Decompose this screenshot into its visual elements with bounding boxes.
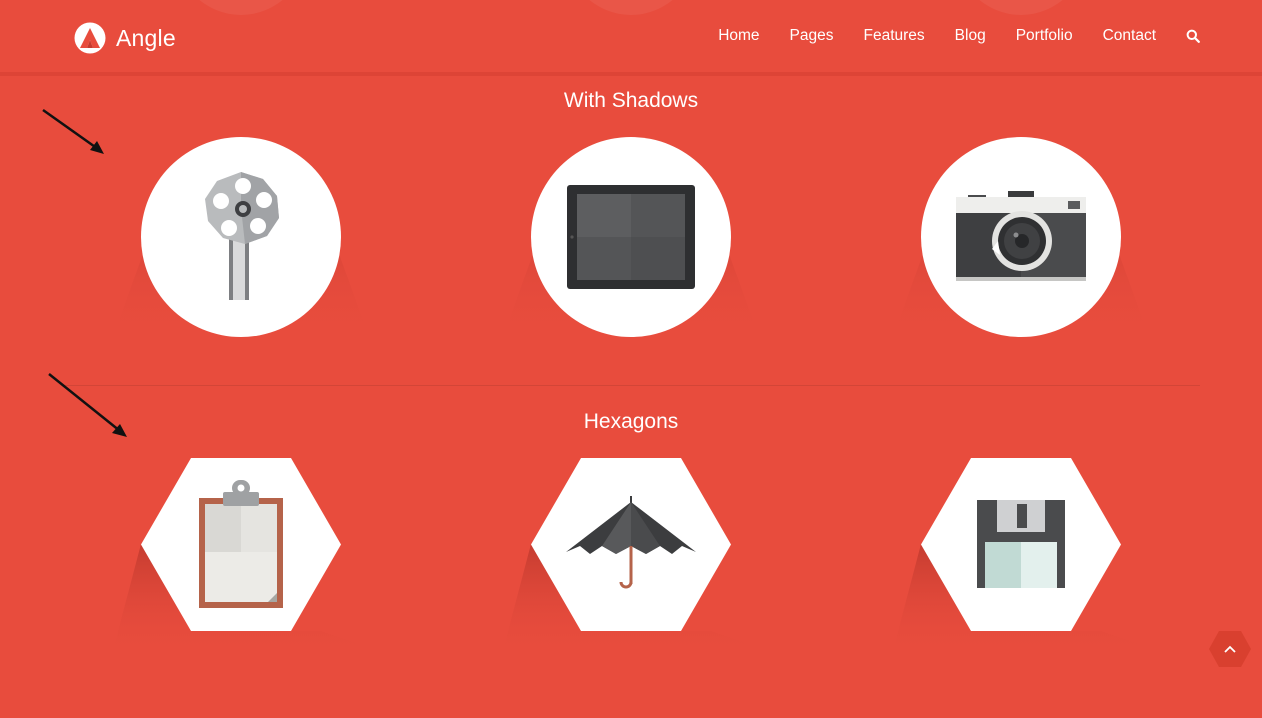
tablet-icon [567, 185, 695, 289]
shadow-tile-tablet [501, 137, 761, 342]
main-nav: Home Pages Features Blog Portfolio Conta… [688, 27, 1200, 45]
umbrella-icon [566, 496, 696, 589]
section-title-hexagons: Hexagons [583, 410, 679, 433]
camera-icon [956, 191, 1086, 281]
arrow-annotation-icon [48, 373, 127, 437]
site-logo[interactable]: Angle [74, 22, 176, 54]
angle-logo-icon [74, 22, 106, 54]
back-to-top-button[interactable] [1209, 631, 1251, 667]
nav-blog[interactable]: Blog [955, 27, 986, 45]
icon-circle [531, 137, 731, 337]
shadow-tile-camera [891, 137, 1151, 342]
header-decor [176, 0, 306, 15]
search-icon[interactable] [1186, 29, 1200, 43]
nav-pages[interactable]: Pages [790, 27, 834, 45]
floppy-disk-icon [977, 500, 1065, 588]
icon-circle [141, 137, 341, 337]
nav-contact[interactable]: Contact [1103, 27, 1156, 45]
nav-portfolio[interactable]: Portfolio [1016, 27, 1073, 45]
hexagon-tile-umbrella [501, 458, 761, 658]
header-decor [956, 0, 1086, 15]
nav-features[interactable]: Features [864, 27, 925, 45]
logo-text: Angle [116, 24, 176, 51]
shadow-tile-film [111, 137, 371, 342]
header-decor [566, 0, 696, 15]
section-title-with-shadows: With Shadows [563, 89, 699, 112]
section-divider [62, 385, 1200, 386]
site-header: Angle Home Pages Features Blog Portfolio… [0, 0, 1262, 76]
clipboard-icon [199, 480, 283, 608]
hexagon-tile-clipboard [111, 458, 371, 658]
arrow-annotation-icon [42, 108, 104, 154]
film-reel-icon [205, 172, 279, 300]
icon-circle [921, 137, 1121, 337]
nav-home[interactable]: Home [718, 27, 759, 45]
hexagon-tile-floppy [891, 458, 1151, 658]
